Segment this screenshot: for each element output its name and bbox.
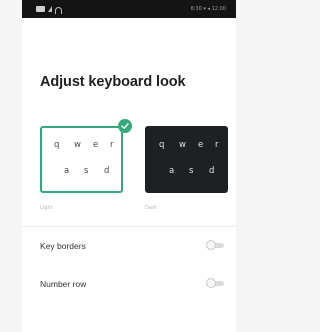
section-divider [22,226,236,227]
theme-label-dark: Dark [145,205,157,211]
key-label: e [198,140,204,150]
number-row-label: Number row [40,279,87,289]
toggle-thumb [206,240,216,250]
key-label: d [209,166,215,176]
theme-card-dark[interactable]: q w e r a s d [145,126,228,193]
key-label: a [64,166,70,176]
settings-screen: 8:30 ▾ ◂ 12:00 Adjust keyboard look q w … [22,0,236,332]
status-bar: 8:30 ▾ ◂ 12:00 [22,0,236,18]
key-label: w [74,140,81,150]
key-label: e [93,140,99,150]
status-text: 8:30 ▾ ◂ 12:00 [190,6,226,12]
signal-icon [48,6,52,12]
sim-card-icon [36,6,45,12]
page-title: Adjust keyboard look [40,74,186,90]
theme-card-light[interactable]: q w e r a s d [40,126,123,193]
selected-check-icon [118,119,132,133]
key-label: r [110,140,114,150]
key-label: s [189,166,194,176]
key-label: a [169,166,175,176]
number-row-toggle[interactable] [206,278,224,288]
key-label: r [215,140,219,150]
key-borders-toggle[interactable] [206,240,224,250]
status-icons-left [36,4,62,14]
key-label: w [179,140,186,150]
toggle-thumb [206,278,216,288]
theme-label-light: Light [40,205,53,211]
wifi-icon [55,6,62,14]
key-label: d [104,166,110,176]
key-borders-label: Key borders [40,241,86,251]
key-label: s [84,166,89,176]
key-label: q [54,140,60,150]
key-label: q [159,140,165,150]
